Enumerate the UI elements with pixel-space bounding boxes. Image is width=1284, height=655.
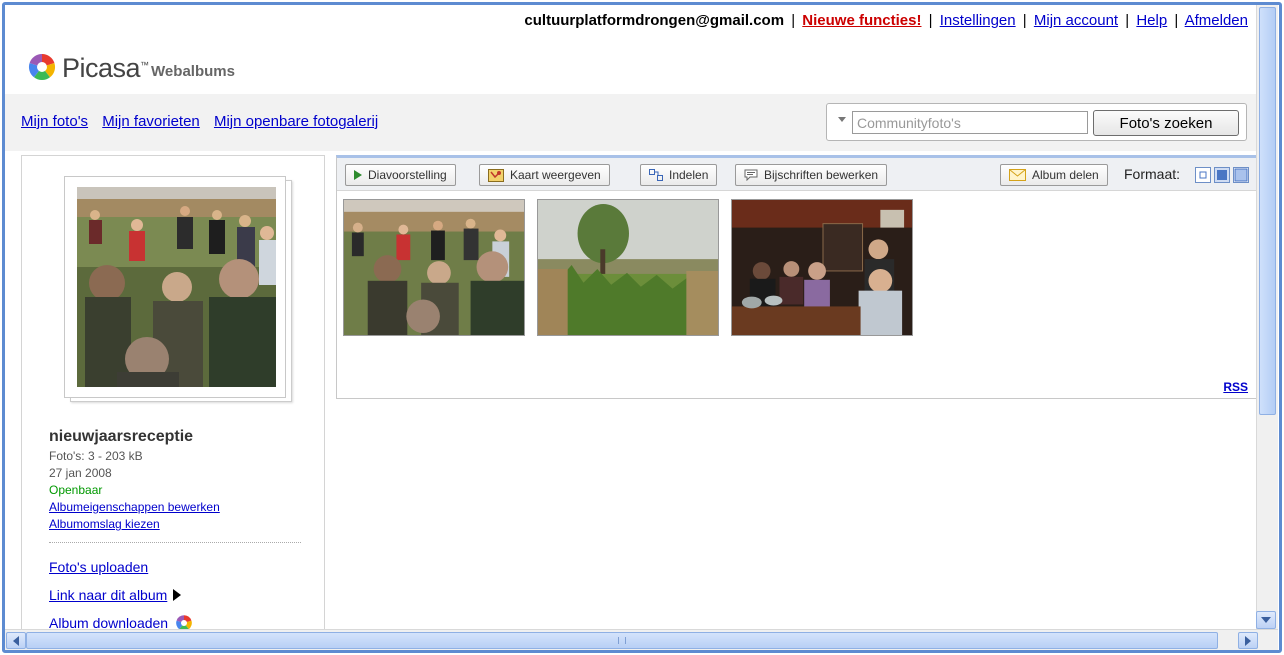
- scroll-down-arrow-icon[interactable]: [1256, 611, 1276, 629]
- rss-link[interactable]: RSS: [1223, 380, 1248, 394]
- format-medium-icon[interactable]: [1214, 167, 1230, 183]
- format-large-icon[interactable]: [1233, 167, 1249, 183]
- share-album-button[interactable]: Album delen: [1000, 164, 1108, 186]
- album-cover-photo[interactable]: [77, 187, 276, 387]
- logo-subtitle: Webalbums: [151, 63, 235, 80]
- album-sidebar: nieuwjaarsreceptie Foto's: 3 - 203 kB 27…: [21, 155, 325, 629]
- format-small-icon[interactable]: [1195, 167, 1211, 183]
- public-gallery-link[interactable]: Mijn openbare fotogalerij: [214, 113, 378, 130]
- organize-button[interactable]: Indelen: [640, 164, 718, 186]
- edit-captions-label: Bijschriften bewerken: [764, 168, 879, 182]
- separator: |: [1174, 12, 1179, 29]
- search-scope-dropdown-icon[interactable]: [838, 117, 846, 122]
- cover-frame: [64, 176, 286, 398]
- photo-thumbnail[interactable]: [731, 199, 913, 336]
- edit-album-properties-link[interactable]: Albumeigenschappen bewerken: [49, 499, 301, 516]
- picasa-pinwheel-icon: [28, 53, 56, 81]
- scroll-right-arrow-icon[interactable]: [1238, 632, 1258, 649]
- show-map-label: Kaart weergeven: [510, 168, 601, 182]
- organize-label: Indelen: [669, 168, 709, 182]
- picasa-logo[interactable]: Picasa ™ Webalbums: [27, 52, 235, 82]
- navigation-bar: Mijn foto's Mijn favorieten Mijn openbar…: [5, 94, 1256, 151]
- page-viewport: cultuurplatformdrongen@gmail.com | Nieuw…: [5, 5, 1256, 629]
- my-favorites-link[interactable]: Mijn favorieten: [102, 113, 200, 130]
- album-date: 27 jan 2008: [49, 466, 112, 480]
- album-download-row[interactable]: Album downloaden: [49, 609, 301, 629]
- settings-link[interactable]: Instellingen: [940, 12, 1016, 29]
- album-toolbar: Diavoorstelling Kaart weergeven Indelen …: [337, 158, 1256, 191]
- horizontal-scrollbar[interactable]: [5, 629, 1278, 650]
- sign-out-link[interactable]: Afmelden: [1185, 12, 1248, 29]
- separator: |: [1022, 12, 1027, 29]
- album-visibility: Openbaar: [49, 483, 103, 497]
- main-nav-links: Mijn foto's Mijn favorieten Mijn openbar…: [21, 113, 388, 130]
- user-email: cultuurplatformdrongen@gmail.com: [524, 12, 785, 29]
- photo-thumbnail[interactable]: [343, 199, 525, 336]
- edit-captions-button[interactable]: Bijschriften bewerken: [735, 164, 888, 186]
- organize-icon: [649, 169, 663, 181]
- share-album-label: Album delen: [1032, 168, 1099, 182]
- scroll-left-arrow-icon[interactable]: [6, 632, 26, 649]
- vertical-scrollbar[interactable]: [1256, 5, 1278, 629]
- envelope-icon: [1009, 169, 1026, 181]
- logo-trademark: ™: [140, 60, 150, 70]
- vertical-scroll-thumb[interactable]: [1259, 7, 1276, 415]
- top-navigation: cultuurplatformdrongen@gmail.com | Nieuw…: [524, 12, 1248, 29]
- my-account-link[interactable]: Mijn account: [1034, 12, 1118, 29]
- picasa-pinwheel-icon[interactable]: [175, 614, 193, 629]
- map-icon: [488, 168, 504, 182]
- my-photos-link[interactable]: Mijn foto's: [21, 113, 88, 130]
- show-map-button[interactable]: Kaart weergeven: [479, 164, 610, 186]
- sidebar-divider: [49, 542, 301, 543]
- separator: |: [1125, 12, 1130, 29]
- expand-arrow-icon[interactable]: [173, 589, 182, 601]
- separator: |: [791, 12, 796, 29]
- search-input[interactable]: [852, 111, 1088, 134]
- link-to-album-link[interactable]: Link naar dit album: [49, 581, 167, 609]
- download-album-link[interactable]: Album downloaden: [49, 609, 168, 629]
- format-label: Formaat:: [1124, 166, 1181, 182]
- album-title: nieuwjaarsreceptie: [49, 428, 194, 445]
- browser-frame: cultuurplatformdrongen@gmail.com | Nieuw…: [2, 2, 1282, 653]
- help-link[interactable]: Help: [1136, 12, 1167, 29]
- slideshow-button[interactable]: Diavoorstelling: [345, 164, 456, 186]
- album-photo-count: Foto's: 3 - 203 kB: [49, 449, 143, 463]
- album-cover[interactable]: [64, 176, 292, 404]
- logo-word: Picasa: [62, 53, 141, 83]
- photo-thumbnail[interactable]: [537, 199, 719, 336]
- speech-bubble-icon: [744, 169, 758, 181]
- album-content-panel: Diavoorstelling Kaart weergeven Indelen …: [336, 155, 1256, 399]
- search-box: Foto's zoeken: [826, 103, 1247, 141]
- album-info: nieuwjaarsreceptie Foto's: 3 - 203 kB 27…: [49, 428, 301, 629]
- search-photos-button[interactable]: Foto's zoeken: [1093, 110, 1239, 136]
- slideshow-label: Diavoorstelling: [368, 168, 447, 182]
- new-features-link[interactable]: Nieuwe functies!: [802, 12, 921, 29]
- album-link-row[interactable]: Link naar dit album: [49, 581, 301, 609]
- separator: |: [928, 12, 933, 29]
- upload-photos-link[interactable]: Foto's uploaden: [49, 553, 301, 581]
- scroll-grip: [618, 637, 626, 644]
- choose-album-cover-link[interactable]: Albumomslag kiezen: [49, 516, 301, 533]
- play-icon: [354, 170, 362, 180]
- horizontal-scroll-thumb[interactable]: [26, 632, 1218, 649]
